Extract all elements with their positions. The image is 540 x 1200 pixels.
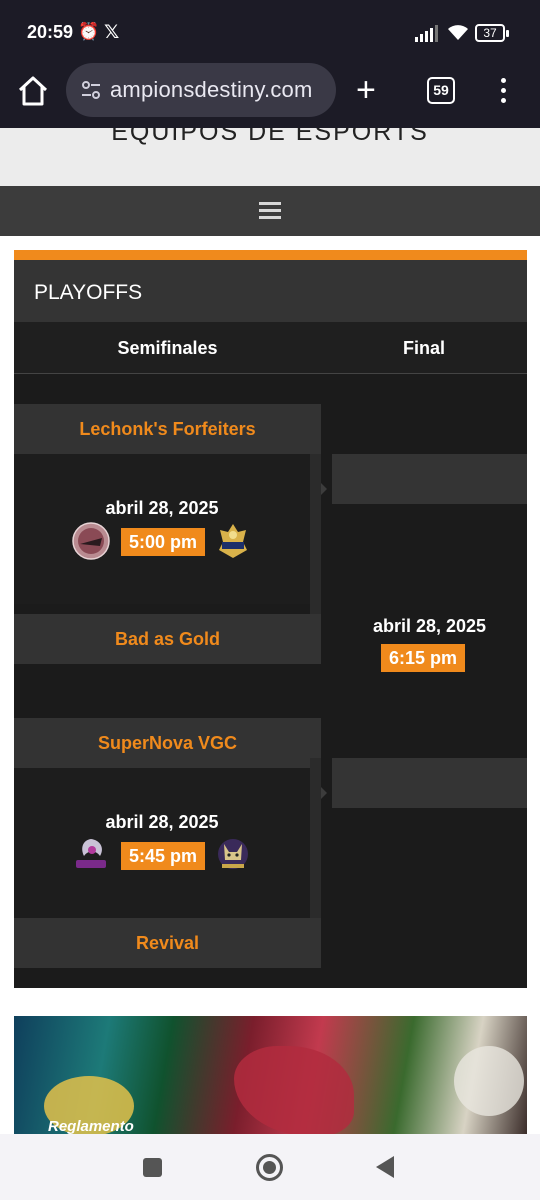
bad-as-gold-logo-icon <box>219 524 247 558</box>
url-text[interactable]: ampionsdestiny.com <box>110 77 313 103</box>
match-2-time: 5:45 pm <box>121 842 205 870</box>
match-1-arrow-icon <box>321 483 327 495</box>
match-2-team-bottom[interactable]: Revival <box>14 918 321 968</box>
round-header: Semifinales Final <box>14 322 527 374</box>
x-app-icon: 𝕏 <box>104 22 120 43</box>
round-label-final: Final <box>402 338 445 358</box>
match-1-connector <box>310 454 321 614</box>
match-1-team-bottom[interactable]: Bad as Gold <box>14 614 321 664</box>
recents-icon[interactable] <box>143 1158 162 1177</box>
site-nav-bar <box>0 186 540 236</box>
home-icon[interactable] <box>16 74 50 108</box>
more-options-icon[interactable] <box>498 76 508 106</box>
url-bar[interactable]: ampionsdestiny.com <box>66 63 336 117</box>
match-1-box[interactable]: abril 28, 2025 5:00 pm <box>14 454 310 604</box>
site-settings-icon[interactable] <box>80 79 102 101</box>
playoffs-bracket: PLAYOFFS Semifinales Final Lechonk's For… <box>14 250 527 988</box>
playoffs-title: PLAYOFFS <box>34 281 143 304</box>
status-time: 20:59 <box>27 22 74 42</box>
home-nav-icon[interactable] <box>256 1154 283 1181</box>
rules-banner[interactable]: Reglamento <box>14 1016 527 1134</box>
playoffs-header: PLAYOFFS <box>14 260 527 322</box>
signal-icon <box>415 25 438 42</box>
tab-switcher-button[interactable]: 59 <box>427 77 455 104</box>
match-2-date: abril 28, 2025 <box>105 812 219 832</box>
match-1-time: 5:00 pm <box>121 528 205 556</box>
battery-icon: 37 <box>475 24 509 42</box>
status-bar: 20:59 ⏰ 𝕏 37 <box>0 0 540 62</box>
final-slot-top[interactable] <box>332 454 527 504</box>
match-1-team-top[interactable]: Lechonk's Forfeiters <box>14 404 321 454</box>
revival-logo-icon <box>218 839 248 869</box>
site-header: EQUIPOS DE ESPORTS <box>0 128 540 186</box>
final-slot-bottom[interactable] <box>332 758 527 808</box>
final-date: abril 28, 2025 <box>372 616 487 636</box>
wifi-icon <box>448 25 468 40</box>
new-tab-icon[interactable]: + <box>356 70 376 110</box>
match-2-team-top[interactable]: SuperNova VGC <box>14 718 321 768</box>
android-nav-bar <box>0 1134 540 1200</box>
site-title: EQUIPOS DE ESPORTS <box>111 128 429 146</box>
lechonk-forfeiters-logo-icon <box>72 522 110 560</box>
match-2-connector <box>310 758 321 918</box>
hamburger-menu-icon[interactable] <box>259 202 281 220</box>
banner-text: Reglamento <box>48 1118 134 1134</box>
match-2-arrow-icon <box>321 787 327 799</box>
final-time: 6:15 pm <box>381 644 465 672</box>
round-label-semifinals: Semifinales <box>117 338 218 358</box>
match-1-date: abril 28, 2025 <box>105 498 219 518</box>
alarm-icon: ⏰ <box>78 22 100 41</box>
match-2-box[interactable]: abril 28, 2025 5:45 pm <box>14 768 310 918</box>
back-icon[interactable] <box>376 1156 394 1178</box>
browser-chrome: 20:59 ⏰ 𝕏 37 ampionsdestiny.com + 59 <box>0 0 540 128</box>
supernova-vgc-logo-icon <box>76 839 106 868</box>
